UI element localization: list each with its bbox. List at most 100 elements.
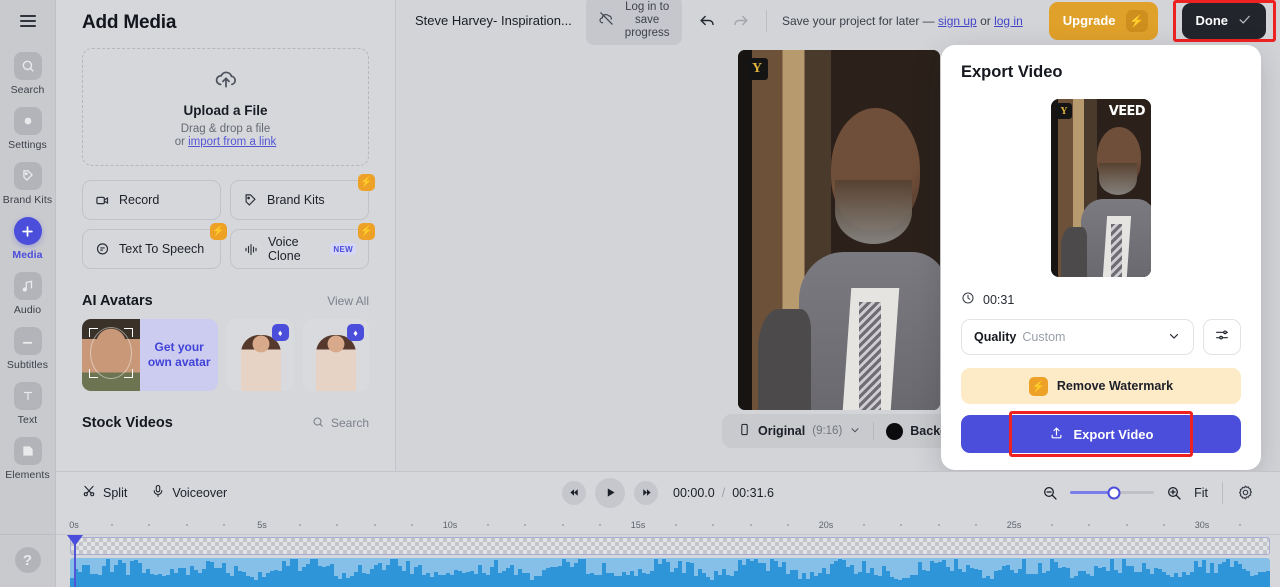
veed-editor-window: Search Settings Brand Kits Media Audio S… (0, 0, 1280, 587)
ruler-tick (561, 524, 564, 526)
ruler-tick (900, 524, 903, 526)
login-to-save-text: Log in to save progress (625, 1, 670, 41)
split-button[interactable]: Split (70, 478, 139, 508)
log-in-link[interactable]: log in (994, 14, 1023, 28)
sliders-icon (1214, 327, 1230, 348)
ai-avatars-list: Get your own avatar ♦ ♦ (82, 319, 369, 391)
advanced-settings-button[interactable] (1203, 319, 1241, 355)
text-to-speech-button[interactable]: Text To Speech ⚡ (82, 223, 227, 269)
add-media-panel: Add Media Upload a File Drag & drop a fi… (56, 0, 396, 471)
upgrade-button[interactable]: Upgrade ⚡ (1048, 1, 1158, 40)
sidebar-item-brand-kits[interactable]: Brand Kits (0, 156, 55, 211)
view-all-link[interactable]: View All (327, 294, 369, 308)
channel-badge-icon: Y (1056, 103, 1072, 119)
skip-forward-button[interactable] (634, 480, 659, 505)
thumb-subject-tie (1111, 223, 1122, 277)
timeline-ruler[interactable]: 0s 5s 10s 15s 20s 25s 30s (56, 513, 1280, 535)
upload-dropzone[interactable]: Upload a File Drag & drop a file or impo… (82, 48, 369, 166)
play-button[interactable] (595, 477, 626, 508)
ruler-tick (148, 524, 151, 526)
ruler-tick (1163, 524, 1166, 526)
gear-icon[interactable] (1237, 484, 1254, 501)
skip-back-button[interactable] (562, 480, 587, 505)
login-to-save-button[interactable]: Log in to save progress (585, 0, 682, 46)
timeline-tracks (56, 535, 1280, 587)
undo-icon[interactable] (698, 11, 717, 30)
sidebar-item-settings[interactable]: Settings (0, 101, 55, 156)
section-title: Stock Videos (82, 415, 173, 431)
sidebar-item-audio[interactable]: Audio (0, 266, 55, 321)
face-scan-brackets-icon (89, 328, 133, 378)
zoom-slider-handle[interactable] (1107, 486, 1121, 499)
video-preview[interactable]: Y (738, 50, 940, 410)
aspect-ratio-selector[interactable]: Original (9:16) (726, 414, 873, 448)
ruler-tick (599, 524, 602, 526)
ruler-tick (862, 524, 865, 526)
hamburger-menu-button[interactable] (0, 0, 56, 42)
remove-watermark-button[interactable]: ⚡ Remove Watermark (961, 368, 1241, 404)
elements-icon (13, 437, 42, 465)
record-button[interactable]: Record (82, 180, 221, 220)
background-color-swatch (886, 422, 904, 440)
ruler-tick (1238, 524, 1241, 526)
ruler-tick (223, 524, 226, 526)
tile-label: Voice Clone (268, 235, 301, 263)
ruler-tick (1088, 524, 1091, 526)
fit-button[interactable]: Fit (1194, 486, 1208, 500)
get-own-avatar-card[interactable]: Get your own avatar (82, 319, 219, 391)
aspect-label: Original (758, 424, 806, 438)
sidebar-item-label: Settings (8, 139, 47, 151)
avatar-thumb[interactable]: ♦ (302, 319, 369, 391)
search-icon (312, 416, 324, 431)
speech-bubble-icon (95, 242, 110, 257)
time-separator: / (721, 485, 726, 500)
aspect-ratio-value: (9:16) (812, 425, 843, 437)
voice-clone-button[interactable]: Voice Clone NEW ⚡ (230, 223, 375, 269)
upload-icon (1049, 425, 1064, 443)
help-icon[interactable]: ? (14, 547, 41, 573)
avatar-person-image (315, 335, 356, 391)
avatar-premium-icon: ♦ (271, 324, 289, 341)
tile-label: Record (119, 193, 160, 207)
voiceover-button[interactable]: Voiceover (139, 478, 239, 508)
text-icon (13, 382, 42, 410)
save-note-prefix: Save your project for later — (781, 13, 939, 28)
brand-kits-icon (243, 193, 258, 208)
sidebar-item-label: Brand Kits (2, 194, 53, 206)
zoom-slider[interactable] (1070, 486, 1155, 499)
rail-items: Search Settings Brand Kits Media Audio S… (0, 46, 55, 486)
sidebar-item-elements[interactable]: Elements (0, 431, 55, 486)
project-name[interactable]: Steve Harvey- Inspiration... (415, 13, 572, 28)
sidebar-item-subtitles[interactable]: Subtitles (0, 321, 55, 376)
audio-track[interactable] (70, 558, 1270, 587)
zoom-in-icon[interactable] (1166, 485, 1182, 501)
done-button[interactable]: Done (1181, 2, 1266, 39)
import-from-link[interactable]: import from a link (188, 136, 276, 148)
brand-kits-icon (13, 162, 42, 190)
sidebar-item-search[interactable]: Search (0, 46, 55, 101)
zoom-out-icon[interactable] (1042, 485, 1058, 501)
redo-icon[interactable] (731, 11, 750, 30)
check-icon (1237, 12, 1252, 30)
avatar-premium-icon: ♦ (347, 324, 364, 341)
sidebar-item-text[interactable]: Text (0, 376, 55, 431)
voiceover-label: Voiceover (172, 485, 228, 500)
ruler-tick (298, 524, 301, 526)
ruler-tick (524, 524, 527, 526)
video-subject-tie (859, 302, 882, 410)
sidebar-item-label: Text (17, 414, 38, 426)
quality-select[interactable]: Quality Custom (961, 319, 1194, 355)
stock-videos-search[interactable]: Search (312, 416, 369, 431)
export-button-wrapper: Export Video (961, 411, 1241, 457)
brand-kits-button[interactable]: Brand Kits ⚡ (230, 174, 375, 220)
video-track[interactable] (70, 537, 1270, 555)
playhead[interactable] (67, 535, 83, 587)
sidebar-item-media[interactable]: Media (0, 211, 55, 266)
save-pill-line1: Log in to save (625, 0, 670, 26)
avatar-thumb[interactable]: ♦ (227, 319, 294, 391)
tile-label: Brand Kits (267, 193, 325, 207)
sidebar-item-label: Audio (13, 304, 42, 316)
sign-up-link[interactable]: sign up (938, 14, 977, 28)
export-video-button[interactable]: Export Video (961, 415, 1241, 453)
pro-bolt-icon: ⚡ (358, 174, 375, 191)
